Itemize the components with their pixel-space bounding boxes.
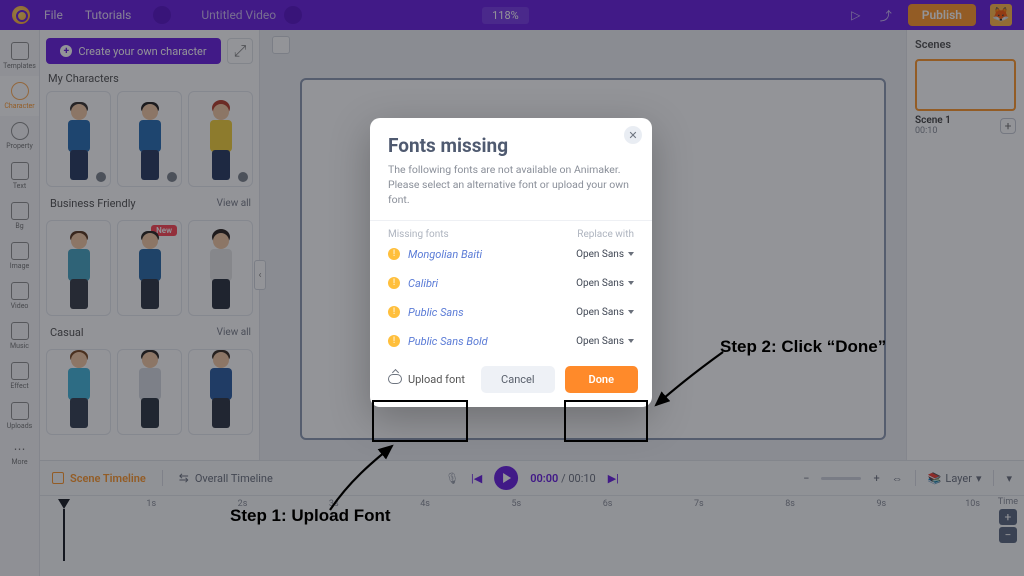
upload-font-button[interactable]: Upload font bbox=[384, 367, 469, 392]
chevron-down-icon bbox=[628, 281, 634, 285]
chevron-down-icon bbox=[628, 252, 634, 256]
font-row: ! Public Sans Bold Open Sans bbox=[370, 327, 652, 356]
col-missing-fonts: Missing fonts bbox=[388, 229, 449, 240]
font-row: ! Public Sans Open Sans bbox=[370, 298, 652, 327]
warning-icon: ! bbox=[388, 277, 400, 289]
replace-font-dropdown[interactable]: Open Sans bbox=[576, 249, 634, 260]
missing-font-name: Calibri bbox=[408, 277, 438, 290]
annotation-step2: Step 2: Click “Done” bbox=[720, 337, 886, 357]
replace-font-dropdown[interactable]: Open Sans bbox=[576, 336, 634, 347]
chevron-down-icon bbox=[628, 339, 634, 343]
font-row: ! Mongolian Baiti Open Sans bbox=[370, 240, 652, 269]
annotation-step1: Step 1: Upload Font bbox=[230, 506, 391, 526]
replace-font-dropdown[interactable]: Open Sans bbox=[576, 307, 634, 318]
missing-font-name: Public Sans Bold bbox=[408, 335, 488, 348]
modal-title: Fonts missing bbox=[370, 134, 652, 157]
cancel-button[interactable]: Cancel bbox=[481, 366, 554, 393]
font-row: ! Calibri Open Sans bbox=[370, 269, 652, 298]
col-replace-with: Replace with bbox=[577, 229, 634, 240]
fonts-missing-dialog: ✕ Fonts missing The following fonts are … bbox=[370, 118, 652, 407]
missing-font-name: Mongolian Baiti bbox=[408, 248, 482, 261]
chevron-down-icon bbox=[628, 310, 634, 314]
close-icon[interactable]: ✕ bbox=[624, 126, 642, 144]
cloud-upload-icon bbox=[388, 374, 402, 384]
warning-icon: ! bbox=[388, 248, 400, 260]
warning-icon: ! bbox=[388, 335, 400, 347]
missing-font-name: Public Sans bbox=[408, 306, 464, 319]
done-button[interactable]: Done bbox=[565, 366, 638, 393]
replace-font-dropdown[interactable]: Open Sans bbox=[576, 278, 634, 289]
modal-subtitle: The following fonts are not available on… bbox=[370, 162, 652, 208]
warning-icon: ! bbox=[388, 306, 400, 318]
